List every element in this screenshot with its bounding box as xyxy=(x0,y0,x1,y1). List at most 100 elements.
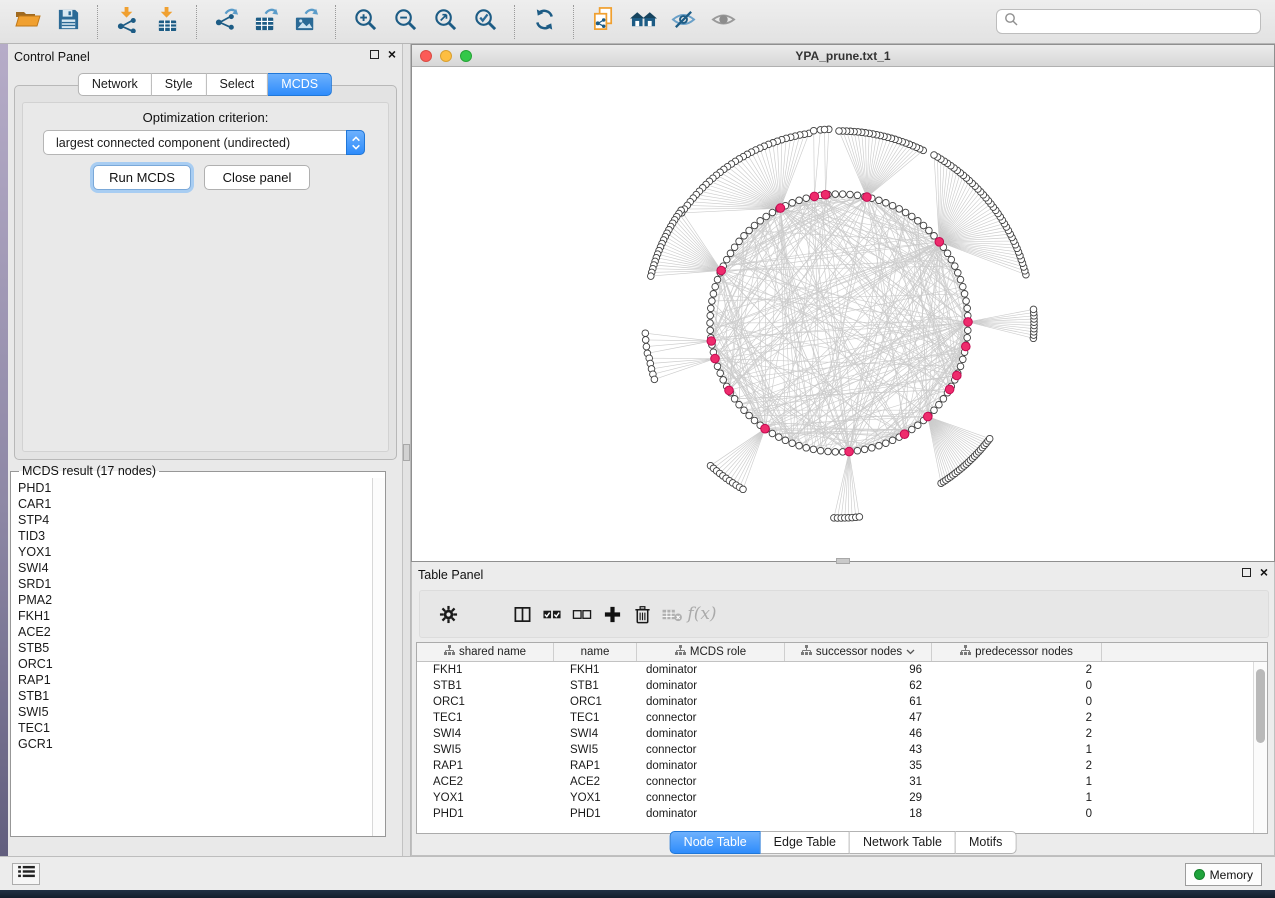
mcds-result-item[interactable]: PHD1 xyxy=(11,480,371,496)
show-graphics-details-button[interactable] xyxy=(703,3,743,41)
run-mcds-button[interactable]: Run MCDS xyxy=(93,165,191,190)
first-neighbors-button[interactable] xyxy=(623,3,663,41)
hide-graphics-details-button[interactable] xyxy=(663,3,703,41)
table-row[interactable]: TEC1TEC1connector472 xyxy=(417,710,1267,726)
mcds-result-item[interactable]: ACE2 xyxy=(11,624,371,640)
tab-style[interactable]: Style xyxy=(152,73,207,96)
zoom-selected-button[interactable] xyxy=(465,3,505,41)
table-row[interactable]: SWI5SWI5connector431 xyxy=(417,742,1267,758)
search-input[interactable] xyxy=(1023,15,1260,29)
refresh-view-button[interactable] xyxy=(524,3,564,41)
zoom-fit-button[interactable] xyxy=(425,3,465,41)
mcds-result-item[interactable]: STP4 xyxy=(11,512,371,528)
tab-network[interactable]: Network xyxy=(78,73,152,96)
dropdown-stepper-icon xyxy=(346,130,365,155)
export-table-button[interactable] xyxy=(246,3,286,41)
memory-button[interactable]: Memory xyxy=(1185,863,1262,886)
close-panel-button[interactable]: Close panel xyxy=(204,165,310,190)
houses-icon xyxy=(629,7,658,37)
mcds-result-item[interactable]: CAR1 xyxy=(11,496,371,512)
export-table-icon xyxy=(253,6,280,38)
mcds-result-title: MCDS result (17 nodes) xyxy=(19,464,159,478)
table-row[interactable]: STB1STB1dominator620 xyxy=(417,678,1267,694)
refresh-icon xyxy=(532,7,557,37)
unselect-all-button[interactable] xyxy=(567,599,597,629)
table-cell: 96 xyxy=(785,662,932,678)
tab-select[interactable]: Select xyxy=(207,73,269,96)
mcds-result-item[interactable]: FKH1 xyxy=(11,608,371,624)
delete-rows-button[interactable] xyxy=(627,599,657,629)
table-row[interactable]: ORC1ORC1dominator610 xyxy=(417,694,1267,710)
mcds-result-item[interactable]: TID3 xyxy=(11,528,371,544)
log-console-button[interactable] xyxy=(12,863,40,885)
minimize-window-icon[interactable] xyxy=(440,50,452,62)
mcds-result-item[interactable]: RAP1 xyxy=(11,672,371,688)
mcds-result-item[interactable]: SWI4 xyxy=(11,560,371,576)
criterion-dropdown[interactable]: largest connected component (undirected) xyxy=(43,130,365,155)
table-tab-node-table[interactable]: Node Table xyxy=(670,831,761,854)
float-panel-icon[interactable] xyxy=(370,50,379,59)
table-row[interactable]: SWI4SWI4dominator462 xyxy=(417,726,1267,742)
horizontal-splitter-handle[interactable] xyxy=(836,558,850,564)
search-box[interactable] xyxy=(996,9,1261,34)
column-header-name[interactable]: name xyxy=(554,643,637,661)
table-cell: 43 xyxy=(785,742,932,758)
function-builder-icon xyxy=(657,599,687,629)
mcds-result-item[interactable]: YOX1 xyxy=(11,544,371,560)
mcds-result-item[interactable]: SWI5 xyxy=(11,704,371,720)
zoom-out-button[interactable] xyxy=(385,3,425,41)
table-row[interactable]: RAP1RAP1dominator352 xyxy=(417,758,1267,774)
scrollbar-thumb[interactable] xyxy=(1256,669,1265,743)
table-scrollbar[interactable] xyxy=(1253,662,1267,833)
table-tab-network-table[interactable]: Network Table xyxy=(850,831,956,854)
float-panel-icon[interactable] xyxy=(1242,568,1251,577)
mcds-result-item[interactable]: SRD1 xyxy=(11,576,371,592)
table-row[interactable]: ACE2ACE2connector311 xyxy=(417,774,1267,790)
result-list-scrollbar[interactable] xyxy=(372,478,385,836)
table-cell: 46 xyxy=(785,726,932,742)
table-row[interactable]: YOX1YOX1connector291 xyxy=(417,790,1267,806)
table-toolbar: f(x) xyxy=(419,590,1269,638)
tab-mcds[interactable]: MCDS xyxy=(268,73,332,96)
mcds-result-item[interactable]: TEC1 xyxy=(11,720,371,736)
column-header-MCDS-role[interactable]: MCDS role xyxy=(637,643,785,661)
table-row[interactable]: FKH1FKH1dominator962 xyxy=(417,662,1267,678)
mcds-result-item[interactable]: GCR1 xyxy=(11,736,371,752)
close-window-icon[interactable] xyxy=(420,50,432,62)
close-panel-icon[interactable]: × xyxy=(388,49,396,59)
import-network-button[interactable] xyxy=(107,3,147,41)
open-session-button[interactable] xyxy=(8,3,48,41)
column-header-successor-nodes[interactable]: successor nodes xyxy=(785,643,932,661)
show-columns-button[interactable] xyxy=(507,599,537,629)
table-cell: 29 xyxy=(785,790,932,806)
attribute-type-icon xyxy=(960,645,971,659)
select-all-button[interactable] xyxy=(537,599,567,629)
vertical-splitter[interactable] xyxy=(403,44,411,856)
table-cell: 35 xyxy=(785,758,932,774)
duplicate-network-button[interactable] xyxy=(583,3,623,41)
column-header-shared-name[interactable]: shared name xyxy=(417,643,554,661)
table-row[interactable]: PHD1PHD1dominator180 xyxy=(417,806,1267,822)
export-image-button[interactable] xyxy=(286,3,326,41)
network-canvas[interactable] xyxy=(412,67,1274,561)
table-tab-edge-table[interactable]: Edge Table xyxy=(761,831,850,854)
export-network-button[interactable] xyxy=(206,3,246,41)
maximize-window-icon[interactable] xyxy=(460,50,472,62)
mcds-result-item[interactable]: STB1 xyxy=(11,688,371,704)
add-row-button[interactable] xyxy=(597,599,627,629)
mcds-result-list: PHD1CAR1STP4TID3YOX1SWI4SRD1PMA2FKH1ACE2… xyxy=(11,480,371,836)
table-tab-motifs[interactable]: Motifs xyxy=(956,831,1016,854)
close-panel-icon[interactable]: × xyxy=(1260,567,1268,577)
table-settings-button[interactable] xyxy=(433,599,463,629)
mcds-result-item[interactable]: ORC1 xyxy=(11,656,371,672)
network-window-titlebar[interactable]: YPA_prune.txt_1 xyxy=(412,45,1274,67)
memory-status-icon xyxy=(1194,869,1205,880)
zoom-in-button[interactable] xyxy=(345,3,385,41)
mcds-result-item[interactable]: PMA2 xyxy=(11,592,371,608)
mcds-result-item[interactable]: STB5 xyxy=(11,640,371,656)
splitter-handle[interactable] xyxy=(403,444,410,461)
import-table-button[interactable] xyxy=(147,3,187,41)
save-session-button[interactable] xyxy=(48,3,88,41)
duplicate-network-icon xyxy=(591,6,616,38)
column-header-predecessor-nodes[interactable]: predecessor nodes xyxy=(932,643,1102,661)
